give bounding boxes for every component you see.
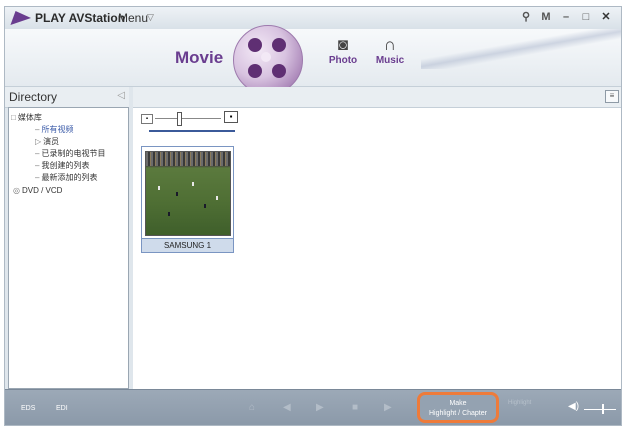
stop-icon[interactable]: ■ [352,402,358,413]
player-figure [204,204,206,208]
disc-icon: ◎ [13,186,20,195]
previous-icon[interactable]: ◀ [283,402,291,413]
player-figure [168,212,170,216]
zoom-out-icon[interactable]: ▪ [141,114,153,124]
content-header: ≡ [133,87,621,108]
eds-button[interactable]: EDS [21,405,35,412]
tree-branch-icon: – [35,173,40,182]
tree-item-label: 最新添加的列表 [41,173,98,182]
tree-item-label: 所有视频 [41,125,74,134]
settings-icon[interactable]: ⚲ [517,9,535,26]
player-figure [192,182,194,186]
tree-item-library[interactable]: □ 媒体库 [11,113,42,123]
tab-music[interactable]: ∩ Music [372,35,408,66]
zoom-slider-track[interactable] [155,118,221,119]
mini-mode-button[interactable]: M [537,9,555,26]
collapse-panel-icon[interactable]: ◁ [117,90,125,101]
next-icon[interactable]: ▶ [384,402,392,413]
tree-branch-icon: – [35,149,40,158]
player-figure [216,196,218,200]
close-button[interactable]: ✕ [597,9,615,26]
player-figure [158,186,160,190]
volume-slider-track[interactable] [584,409,616,410]
tree-branch-icon: – [35,161,40,170]
app-logo-icon [10,11,34,25]
header-decoration [421,29,621,69]
edi-button[interactable]: EDI [56,405,68,412]
film-reel-icon[interactable] [233,25,303,95]
highlight-button[interactable]: Highlight [508,400,531,406]
bottom-toolbar: EDS EDI ⌂ ◀ ▶ ■ ▶ Make Highlight / Chapt… [5,389,621,425]
make-button-line1: Make [449,400,467,407]
home-icon[interactable]: ⌂ [249,402,255,413]
video-title: SAMSUNG 1 [142,238,233,252]
make-button-line2: Highlight / Chapter [429,410,487,417]
make-highlight-chapter-button[interactable]: Make Highlight / Chapter [417,392,499,423]
menu-dropdown-icon[interactable]: ▽ [147,12,154,23]
tree-item-label: DVD / VCD [21,186,63,195]
tree-item-all-videos[interactable]: – 所有视频 [35,125,73,135]
tab-photo-label: Photo [328,55,358,66]
app-window: PLAY AVStation Menu ▽ ⚲ M – □ ✕ Movie ◙ … [4,6,622,426]
tab-movie[interactable]: Movie [175,48,223,68]
tree-branch-icon: – [35,125,40,134]
mode-header: Movie ◙ Photo ∩ Music [5,25,621,95]
directory-tree: □ 媒体库 – 所有视频 ▷ 演员 – 已录制的电视节目 – 我创建的列表 – 最新添加的列… [8,107,129,389]
play-icon[interactable]: ▶ [316,402,324,413]
stadium-crowd [146,152,230,166]
zoom-slider-handle[interactable] [177,112,182,126]
volume-icon[interactable]: ◀) [568,401,579,412]
tree-item-label: 已录制的电视节目 [41,149,106,158]
tree-item-label: 媒体库 [17,113,42,122]
minimize-button[interactable]: – [557,9,575,26]
zoom-in-icon[interactable]: ▪ [224,111,238,123]
window-controls: ⚲ M – □ ✕ [517,9,615,26]
video-thumbnail[interactable]: SAMSUNG 1 [141,146,234,253]
tree-item-dvd-vcd[interactable]: ◎ DVD / VCD [13,186,62,196]
tree-item-my-lists[interactable]: – 我创建的列表 [35,161,89,171]
list-view-icon[interactable]: ≡ [605,90,619,103]
video-preview-image [145,151,231,236]
title-bar: PLAY AVStation Menu ▽ ⚲ M – □ ✕ [5,7,621,29]
player-figure [176,192,178,196]
video-grid: ▪ ▪ SAMSUNG 1 [133,107,621,390]
volume-slider-handle[interactable] [602,404,604,414]
camera-icon: ◙ [337,35,349,54]
tree-item-label: 我创建的列表 [41,161,90,170]
tree-item-actors[interactable]: ▷ 演员 [35,137,59,147]
menu-button[interactable]: Menu [118,11,148,25]
tree-item-recorded-tv[interactable]: – 已录制的电视节目 [35,149,105,159]
tree-expand-icon[interactable]: ▷ [35,137,41,146]
tab-music-label: Music [375,55,405,66]
directory-title: Directory [9,90,58,104]
headphones-icon: ∩ [383,35,397,54]
app-title: PLAY AVStation [35,11,126,25]
tree-expand-icon[interactable]: □ [11,113,16,122]
tab-photo[interactable]: ◙ Photo [325,35,361,66]
directory-header: Directory ◁ [5,87,129,108]
zoom-underline [149,130,235,132]
tree-item-recent-lists[interactable]: – 最新添加的列表 [35,173,97,183]
tree-item-label: 演员 [43,137,60,146]
maximize-button[interactable]: □ [577,9,595,26]
